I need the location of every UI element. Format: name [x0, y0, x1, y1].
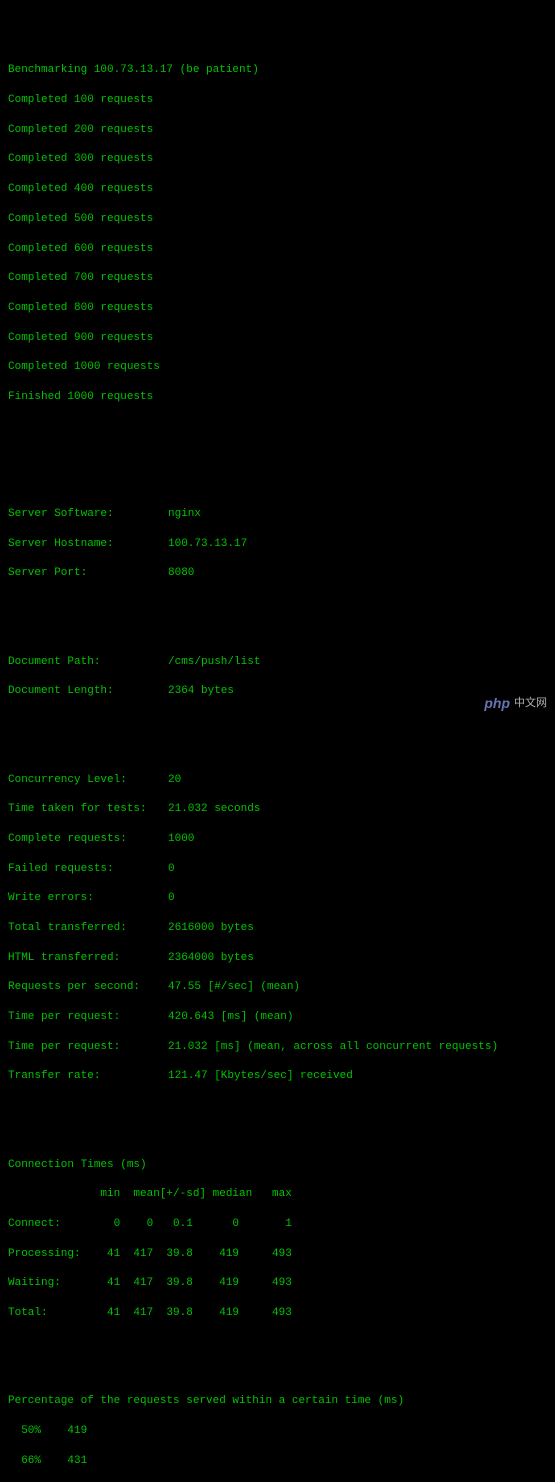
progress-line: Completed 500 requests — [8, 212, 547, 227]
connection-waiting: Waiting: 41 417 39.8 419 493 — [8, 1276, 547, 1291]
value: 1000 — [168, 832, 547, 847]
complete-requests: Complete requests:1000 — [8, 832, 547, 847]
percentile-row: 66% 431 — [8, 1454, 547, 1469]
requests-per-second: Requests per second:47.55 [#/sec] (mean) — [8, 980, 547, 995]
document-length: Document Length:2364 bytes — [8, 684, 547, 699]
label: Server Hostname: — [8, 537, 168, 552]
label: Requests per second: — [8, 980, 168, 995]
value: 0 — [168, 862, 547, 877]
connection-times-title: Connection Times (ms) — [8, 1158, 547, 1173]
watermark-php: php — [484, 694, 510, 713]
label: Server Software: — [8, 507, 168, 522]
server-hostname: Server Hostname:100.73.13.17 — [8, 537, 547, 552]
concurrency-level: Concurrency Level:20 — [8, 773, 547, 788]
value: 121.47 [Kbytes/sec] received — [168, 1069, 547, 1084]
progress-line: Finished 1000 requests — [8, 390, 547, 405]
label: Server Port: — [8, 566, 168, 581]
failed-requests: Failed requests:0 — [8, 862, 547, 877]
benchmark-header: Benchmarking 100.73.13.17 (be patient) — [8, 63, 547, 78]
value: 2616000 bytes — [168, 921, 547, 936]
percentile-row: 50% 419 — [8, 1424, 547, 1439]
value: 0 — [168, 891, 547, 906]
progress-line: Completed 400 requests — [8, 182, 547, 197]
label: Time per request: — [8, 1010, 168, 1025]
value: 47.55 [#/sec] (mean) — [168, 980, 547, 995]
progress-line: Completed 300 requests — [8, 152, 547, 167]
value: nginx — [168, 507, 547, 522]
time-per-request-mean: Time per request:420.643 [ms] (mean) — [8, 1010, 547, 1025]
progress-line: Completed 700 requests — [8, 271, 547, 286]
value: 8080 — [168, 566, 547, 581]
time-taken: Time taken for tests:21.032 seconds — [8, 802, 547, 817]
html-transferred: HTML transferred:2364000 bytes — [8, 951, 547, 966]
label: Document Path: — [8, 655, 168, 670]
label: Time per request: — [8, 1040, 168, 1055]
value: 21.032 seconds — [168, 802, 547, 817]
connection-times-header: min mean[+/-sd] median max — [8, 1187, 547, 1202]
watermark-zh: 中文网 — [514, 696, 547, 711]
label: Failed requests: — [8, 862, 168, 877]
label: Total transferred: — [8, 921, 168, 936]
watermark: php 中文网 — [484, 694, 547, 713]
connection-total: Total: 41 417 39.8 419 493 — [8, 1306, 547, 1321]
label: Transfer rate: — [8, 1069, 168, 1084]
label: Time taken for tests: — [8, 802, 168, 817]
label: Complete requests: — [8, 832, 168, 847]
progress-line: Completed 600 requests — [8, 242, 547, 257]
value: 420.643 [ms] (mean) — [168, 1010, 547, 1025]
document-path: Document Path:/cms/push/list — [8, 655, 547, 670]
label: Document Length: — [8, 684, 168, 699]
connection-connect: Connect: 0 0 0.1 0 1 — [8, 1217, 547, 1232]
value: /cms/push/list — [168, 655, 547, 670]
progress-line: Completed 900 requests — [8, 331, 547, 346]
server-port: Server Port:8080 — [8, 566, 547, 581]
write-errors: Write errors:0 — [8, 891, 547, 906]
total-transferred: Total transferred:2616000 bytes — [8, 921, 547, 936]
label: Concurrency Level: — [8, 773, 168, 788]
label: HTML transferred: — [8, 951, 168, 966]
progress-line: Completed 1000 requests — [8, 360, 547, 375]
transfer-rate: Transfer rate:121.47 [Kbytes/sec] receiv… — [8, 1069, 547, 1084]
progress-line: Completed 100 requests — [8, 93, 547, 108]
value: 20 — [168, 773, 547, 788]
progress-line: Completed 800 requests — [8, 301, 547, 316]
percentiles-title: Percentage of the requests served within… — [8, 1394, 547, 1409]
server-software: Server Software:nginx — [8, 507, 547, 522]
time-per-request-concurrent: Time per request:21.032 [ms] (mean, acro… — [8, 1040, 547, 1055]
value: 21.032 [ms] (mean, across all concurrent… — [168, 1040, 547, 1055]
value: 2364000 bytes — [168, 951, 547, 966]
connection-processing: Processing: 41 417 39.8 419 493 — [8, 1247, 547, 1262]
progress-line: Completed 200 requests — [8, 123, 547, 138]
label: Write errors: — [8, 891, 168, 906]
value: 100.73.13.17 — [168, 537, 547, 552]
